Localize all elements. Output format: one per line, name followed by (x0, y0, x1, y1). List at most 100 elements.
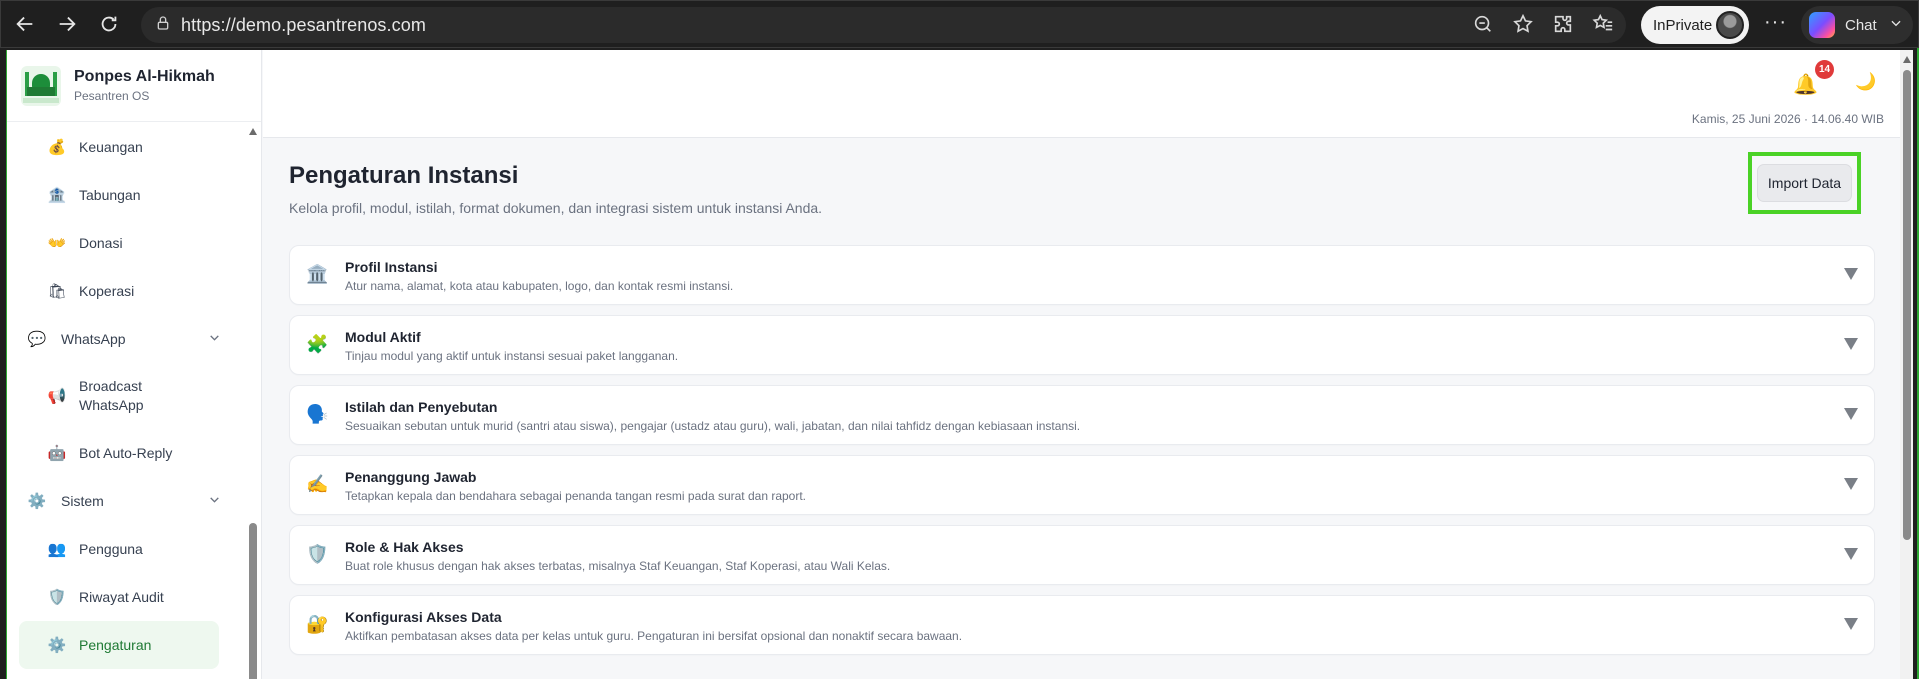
speech-bubble-icon: 💬 (27, 331, 47, 348)
section-description: Tinjau modul yang aktif untuk instansi s… (345, 349, 679, 363)
writing-hand-icon: ✍️ (306, 474, 329, 494)
page-description: Kelola profil, modul, istilah, format do… (289, 200, 823, 216)
brand-subtitle: Pesantren OS (74, 89, 150, 103)
sidebar: Ponpes Al-Hikmah Pesantren OS 💰 Keuangan… (7, 50, 262, 679)
import-highlight-frame: Import Data (1748, 152, 1861, 214)
page-scrollbar[interactable] (1900, 50, 1913, 679)
copilot-icon (1809, 12, 1835, 38)
sidebar-item-keuangan[interactable]: 💰 Keuangan (7, 123, 251, 171)
forward-button[interactable] (49, 6, 85, 42)
puzzle-icon: 🧩 (306, 334, 329, 354)
sidebar-item-riwayat-audit[interactable]: 🛡️ Riwayat Audit (7, 573, 251, 621)
sidebar-item-koperasi[interactable]: 🛍 Koperasi (7, 267, 251, 315)
caret-down-icon[interactable] (1844, 548, 1858, 560)
sidebar-item-pengguna[interactable]: 👥 Pengguna (7, 525, 251, 573)
zoom-icon[interactable] (1472, 13, 1494, 40)
scrollbar-thumb[interactable] (1903, 70, 1911, 540)
caret-down-icon[interactable] (1844, 478, 1858, 490)
sidebar-item-pengaturan[interactable]: ⚙️ Pengaturan (19, 621, 219, 669)
chevron-down-icon (208, 493, 221, 509)
section-description: Atur nama, alamat, kota atau kabupaten, … (345, 279, 734, 293)
scroll-up-arrow-icon[interactable] (1903, 56, 1911, 63)
inprivate-profile-button[interactable]: InPrivate (1641, 6, 1749, 44)
main-content: 🔔 14 🌙 Kamis, 25 Juni 2026 · 14.06.40 WI… (263, 50, 1913, 679)
institution-icon: 🏛️ (306, 264, 329, 284)
open-hands-icon: 👐 (47, 235, 67, 252)
section-description: Tetapkan kepala dan bendahara sebagai pe… (345, 489, 807, 503)
lock-icon (155, 15, 171, 36)
section-description: Buat role khusus dengan hak akses terbat… (345, 559, 891, 573)
shield-icon: 🛡️ (47, 589, 67, 606)
scrollbar-thumb[interactable] (249, 523, 257, 679)
section-profil-instansi[interactable]: 🏛️ Profil Instansi Atur nama, alamat, ko… (289, 245, 1875, 305)
caret-down-icon[interactable] (1844, 408, 1858, 420)
sidebar-item-label: Pengaturan (79, 637, 152, 653)
sidebar-item-tabungan[interactable]: 🏦 Tabungan (7, 171, 251, 219)
section-title: Istilah dan Penyebutan (345, 399, 498, 415)
caret-down-icon[interactable] (1844, 618, 1858, 630)
extensions-icon[interactable] (1552, 13, 1574, 40)
sidebar-item-donasi[interactable]: 👐 Donasi (7, 219, 251, 267)
dark-mode-toggle-icon[interactable]: 🌙 (1855, 72, 1876, 92)
notification-badge: 14 (1815, 60, 1834, 79)
avatar (1716, 11, 1744, 39)
sidebar-scrollbar[interactable] (247, 123, 259, 679)
gear-icon: ⚙️ (47, 637, 67, 654)
section-title: Role & Hak Akses (345, 539, 464, 555)
lock-icon: 🔐 (306, 614, 329, 634)
bank-icon: 🏦 (47, 187, 67, 204)
caret-down-icon[interactable] (1844, 268, 1858, 280)
sidebar-group-label: WhatsApp (61, 331, 126, 347)
sidebar-group-whatsapp[interactable]: 💬 WhatsApp (7, 315, 251, 363)
section-title: Profil Instansi (345, 259, 438, 275)
scroll-up-arrow-icon[interactable] (249, 128, 257, 135)
page-title: Pengaturan Instansi (289, 162, 519, 189)
section-description: Aktifkan pembatasan akses data per kelas… (345, 629, 963, 643)
page-viewport: Ponpes Al-Hikmah Pesantren OS 💰 Keuangan… (6, 50, 1913, 679)
sidebar-menu: 💰 Keuangan 🏦 Tabungan 👐 Donasi 🛍 Koperas… (7, 123, 251, 669)
megaphone-icon: 📢 (47, 387, 67, 405)
section-title: Penanggung Jawab (345, 469, 477, 485)
sidebar-item-label: Tabungan (79, 187, 141, 203)
back-button[interactable] (7, 6, 43, 42)
refresh-button[interactable] (91, 6, 127, 42)
more-options-icon[interactable]: ··· (1764, 11, 1787, 34)
caret-down-icon[interactable] (1844, 338, 1858, 350)
settings-accordion: 🏛️ Profil Instansi Atur nama, alamat, ko… (289, 245, 1875, 665)
gear-icon: ⚙️ (27, 493, 47, 510)
import-data-button[interactable]: Import Data (1757, 164, 1852, 202)
section-description: Sesuaikan sebutan untuk murid (santri at… (345, 419, 1081, 433)
sidebar-item-label: Pengguna (79, 541, 143, 557)
copilot-chat-button[interactable]: Chat (1801, 6, 1913, 44)
inprivate-label: InPrivate (1653, 16, 1713, 34)
speaking-head-icon: 🗣️ (306, 404, 329, 424)
sidebar-item-label: Riwayat Audit (79, 589, 164, 605)
section-modul-aktif[interactable]: 🧩 Modul Aktif Tinjau modul yang aktif un… (289, 315, 1875, 375)
sidebar-item-bot-auto-reply[interactable]: 🤖 Bot Auto-Reply (7, 429, 251, 477)
sidebar-item-label: Donasi (79, 235, 123, 251)
brand-header[interactable]: Ponpes Al-Hikmah Pesantren OS (7, 50, 261, 122)
chevron-down-icon (208, 331, 221, 347)
section-konfigurasi-akses-data[interactable]: 🔐 Konfigurasi Akses Data Aktifkan pembat… (289, 595, 1875, 655)
shield-icon: 🛡️ (306, 544, 329, 564)
top-bar: 🔔 14 🌙 Kamis, 25 Juni 2026 · 14.06.40 WI… (263, 50, 1913, 138)
address-bar[interactable]: https://demo.pesantrenos.com (141, 7, 1626, 43)
brand-name: Ponpes Al-Hikmah (74, 68, 215, 85)
notification-bell-icon[interactable]: 🔔 (1793, 72, 1818, 97)
section-penanggung-jawab[interactable]: ✍️ Penanggung Jawab Tetapkan kepala dan … (289, 455, 1875, 515)
sidebar-item-broadcast-whatsapp[interactable]: 📢 Broadcast WhatsApp (7, 363, 251, 429)
robot-icon: 🤖 (47, 445, 67, 462)
section-role-hak-akses[interactable]: 🛡️ Role & Hak Akses Buat role khusus den… (289, 525, 1875, 585)
chat-label: Chat (1845, 16, 1877, 34)
users-icon: 👥 (47, 541, 67, 558)
sidebar-item-label: Broadcast WhatsApp (79, 378, 144, 413)
sidebar-group-sistem[interactable]: ⚙️ Sistem (7, 477, 251, 525)
section-istilah-penyebutan[interactable]: 🗣️ Istilah dan Penyebutan Sesuaikan sebu… (289, 385, 1875, 445)
sidebar-group-label: Sistem (61, 493, 104, 509)
favorite-star-icon[interactable] (1512, 13, 1534, 40)
favorites-list-icon[interactable] (1592, 13, 1614, 40)
browser-toolbar: https://demo.pesantrenos.com InPrivate ·… (0, 0, 1919, 48)
page-header: Pengaturan Instansi Kelola profil, modul… (263, 138, 1913, 238)
sidebar-item-label: Bot Auto-Reply (79, 445, 173, 461)
sidebar-item-label: Koperasi (79, 283, 135, 299)
